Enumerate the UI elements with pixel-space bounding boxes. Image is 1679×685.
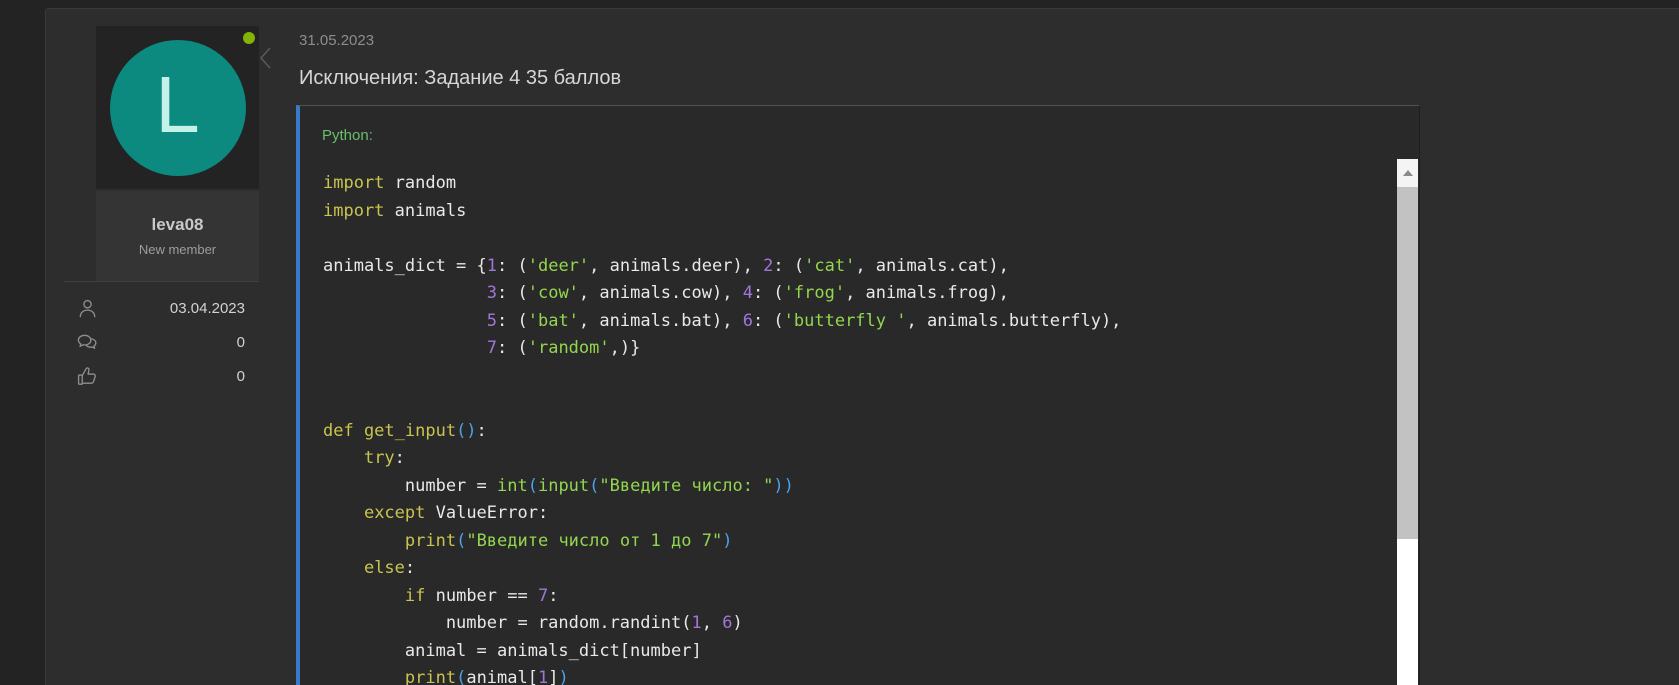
scrollbar-up-button[interactable] [1397, 159, 1418, 187]
post-title: Исключения: Задание 4 35 баллов [299, 67, 621, 90]
code-line: number = int(input("Введите число: ")) [323, 473, 1397, 501]
post-card: L leva08 New member 03.04.2023 0 0 31.05.2… [45, 8, 1679, 685]
code-block: Python: import randomimport animals anima… [296, 105, 1420, 685]
code-line: 7: ('random',)} [323, 335, 1397, 363]
messages-icon [76, 331, 99, 354]
user-stat-row: 03.04.2023 [64, 291, 245, 325]
scroll-up-arrow-icon [1403, 170, 1413, 176]
user-divider [64, 281, 259, 282]
code-line: animals_dict = {1: ('deer', animals.deer… [323, 253, 1397, 281]
code-line: import animals [323, 198, 1397, 226]
avatar[interactable]: L [96, 26, 259, 189]
avatar-circle[interactable]: L [110, 40, 246, 176]
code-line: except ValueError: [323, 500, 1397, 528]
code-line [323, 225, 1397, 253]
avatar-letter: L [155, 65, 200, 145]
code-line: import random [323, 170, 1397, 198]
user-stat-row: 0 [64, 359, 245, 393]
user-icon [76, 297, 99, 320]
code-line [323, 390, 1397, 418]
user-info: leva08 New member [96, 191, 259, 281]
user-stat-row: 0 [64, 325, 245, 359]
message-arrow-icon [260, 47, 272, 69]
scrollbar-thumb[interactable] [1397, 187, 1418, 539]
code-line: try: [323, 445, 1397, 473]
code-line: else: [323, 555, 1397, 583]
code-line: print(animal[1]) [323, 665, 1397, 685]
username-link[interactable]: leva08 [152, 215, 204, 235]
code-lines[interactable]: import randomimport animals animals_dict … [300, 152, 1397, 685]
code-scrollbar[interactable] [1397, 159, 1418, 685]
online-status-dot [243, 32, 255, 44]
code-line [323, 363, 1397, 391]
code-line: def get_input(): [323, 418, 1397, 446]
post-date[interactable]: 31.05.2023 [299, 32, 374, 49]
code-line: if number == 7: [323, 583, 1397, 611]
code-line: animal = animals_dict[number] [323, 638, 1397, 666]
user-stats: 03.04.2023 0 0 [64, 291, 245, 393]
stat-value: 03.04.2023 [170, 300, 245, 317]
code-line: 5: ('bat', animals.bat), 6: ('butterfly … [323, 308, 1397, 336]
stat-value: 0 [237, 334, 245, 351]
user-role: New member [139, 242, 216, 257]
code-line: 3: ('cow', animals.cow), 4: ('frog', ani… [323, 280, 1397, 308]
likes-icon [76, 365, 99, 388]
code-language-label: Python: [322, 127, 373, 144]
stat-value: 0 [237, 368, 245, 385]
code-line: print("Введите число от 1 до 7") [323, 528, 1397, 556]
code-line: number = random.randint(1, 6) [323, 610, 1397, 638]
